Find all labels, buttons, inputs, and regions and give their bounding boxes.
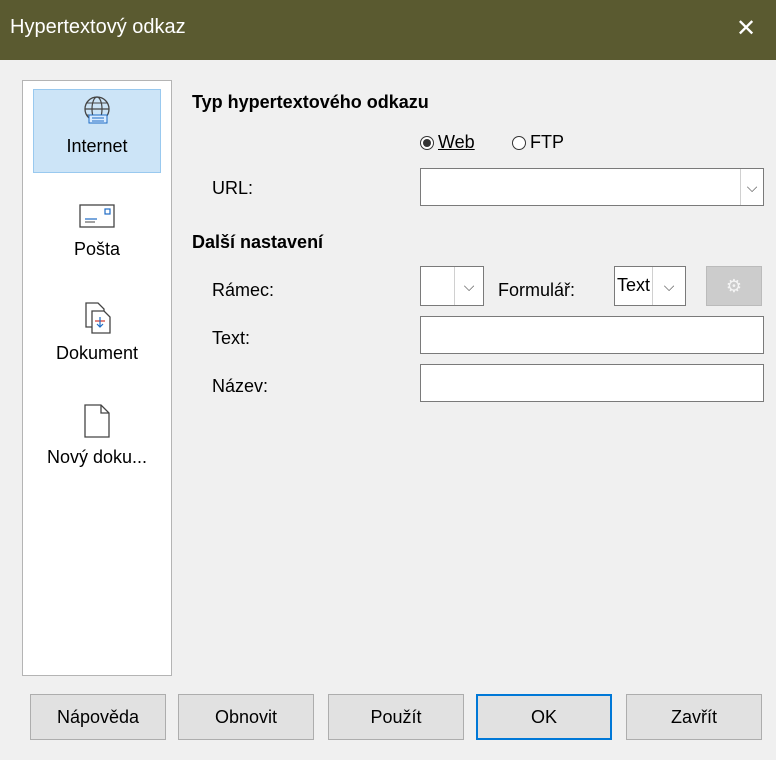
radio-ftp[interactable]: FTP — [512, 132, 564, 153]
radio-web-label: Web — [438, 132, 475, 152]
chevron-down-icon[interactable]: ⌵ — [454, 267, 483, 305]
sidebar-item-label: Internet — [66, 136, 128, 156]
help-button[interactable]: Nápověda — [30, 694, 166, 740]
frame-combobox[interactable]: ⌵ — [420, 266, 484, 306]
close-icon[interactable]: ✕ — [716, 0, 776, 60]
url-label: URL: — [212, 178, 254, 198]
chevron-down-icon[interactable]: ⌵ — [652, 267, 685, 305]
sidebar-item-document[interactable]: Dokument — [33, 301, 161, 364]
name-field[interactable] — [420, 364, 764, 402]
title-bar: Hypertextový odkaz ✕ — [0, 0, 776, 60]
radio-indicator — [420, 135, 434, 150]
form-value: Text — [617, 275, 651, 295]
gear-icon: ⚙ — [725, 275, 743, 296]
sidebar-item-label: Pošta — [73, 239, 121, 259]
form-label: Formulář: — [498, 280, 576, 300]
text-label: Text: — [212, 328, 251, 348]
radio-ftp-label: FTP — [530, 132, 564, 152]
text-field[interactable] — [420, 316, 764, 354]
mail-icon — [79, 204, 115, 228]
url-combobox[interactable]: ⌵ — [420, 168, 764, 206]
hyperlink-type-sidebar: Internet Pošta Dokument Nový doku... — [22, 80, 172, 676]
apply-button[interactable]: Použít — [328, 694, 464, 740]
chevron-down-icon[interactable]: ⌵ — [740, 169, 763, 205]
sidebar-item-label: Dokument — [55, 343, 139, 363]
sidebar-item-label: Nový doku... — [46, 447, 148, 467]
reset-button[interactable]: Obnovit — [178, 694, 314, 740]
further-settings-heading: Další nastavení — [192, 232, 324, 252]
close-button[interactable]: Zavřít — [626, 694, 762, 740]
globe-icon — [84, 96, 110, 124]
frame-label: Rámec: — [212, 280, 275, 300]
sidebar-item-internet[interactable]: Internet — [33, 89, 161, 173]
sidebar-item-mail[interactable]: Pošta — [33, 201, 161, 260]
hyperlink-type-heading: Typ hypertextového odkazu — [192, 92, 429, 112]
new-document-icon — [84, 404, 110, 438]
form-combobox[interactable]: Text ⌵ — [614, 266, 686, 306]
ok-button[interactable]: OK — [476, 694, 612, 740]
name-label: Název: — [212, 376, 269, 396]
radio-indicator — [512, 135, 526, 150]
document-icon — [85, 302, 111, 334]
radio-web[interactable]: Web — [420, 132, 475, 153]
form-events-button[interactable]: ⚙ — [706, 266, 762, 306]
window-title: Hypertextový odkaz — [10, 16, 186, 38]
sidebar-item-new-document[interactable]: Nový doku... — [33, 403, 161, 468]
